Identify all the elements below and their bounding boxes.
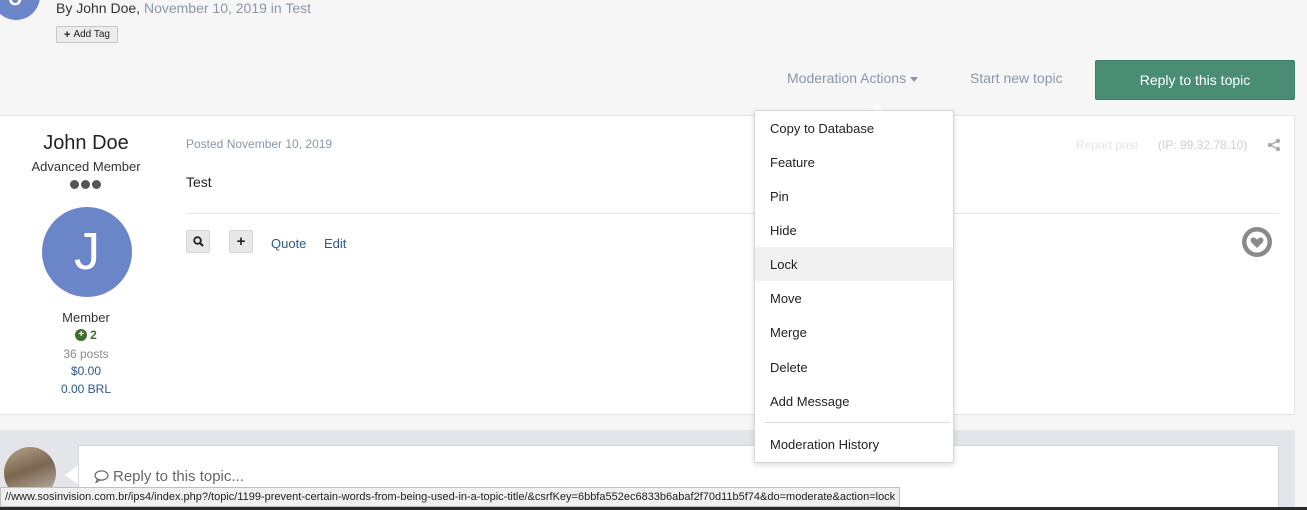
byline-date: November 10, 2019 in Test bbox=[143, 0, 312, 16]
moderation-actions-menu: Copy to Database Feature Pin Hide Lock M… bbox=[754, 110, 954, 463]
menu-item-copy-to-database[interactable]: Copy to Database bbox=[755, 111, 953, 145]
menu-item-move[interactable]: Move bbox=[755, 281, 953, 315]
balance-usd[interactable]: $0.00 bbox=[0, 364, 172, 378]
menu-item-hide[interactable]: Hide bbox=[755, 213, 953, 247]
reputation-value: 2 bbox=[90, 328, 97, 342]
topic-author-avatar[interactable]: J bbox=[0, 0, 40, 20]
add-tag-label: Add Tag bbox=[73, 29, 110, 40]
add-tag-button[interactable]: + Add Tag bbox=[56, 26, 118, 43]
balance-brl[interactable]: 0.00 BRL bbox=[0, 382, 172, 396]
comment-icon bbox=[94, 470, 109, 483]
rank-pips bbox=[70, 180, 101, 189]
post-content: Test bbox=[186, 174, 212, 190]
search-button[interactable] bbox=[186, 230, 210, 253]
heart-icon bbox=[1246, 231, 1268, 253]
reply-pointer bbox=[65, 465, 79, 485]
rank-pip bbox=[92, 180, 101, 189]
multiquote-button[interactable]: + bbox=[229, 230, 253, 253]
menu-item-lock[interactable]: Lock bbox=[755, 247, 953, 281]
menu-item-feature[interactable]: Feature bbox=[755, 145, 953, 179]
menu-separator bbox=[765, 422, 950, 423]
author-avatar[interactable]: J bbox=[42, 207, 132, 297]
byline-author[interactable]: By John Doe, bbox=[56, 0, 140, 16]
menu-item-delete[interactable]: Delete bbox=[755, 350, 953, 384]
avatar-letter: J bbox=[9, 0, 24, 13]
quote-link[interactable]: Quote bbox=[271, 236, 306, 251]
plus-icon: + bbox=[236, 233, 246, 250]
menu-item-moderation-history[interactable]: Moderation History bbox=[755, 427, 953, 461]
reply-to-topic-button[interactable]: Reply to this topic bbox=[1095, 60, 1295, 100]
avatar-letter: J bbox=[74, 223, 100, 281]
share-icon[interactable] bbox=[1267, 138, 1281, 152]
post-card: John Doe Advanced Member J Member + 2 36… bbox=[0, 115, 1295, 415]
divider bbox=[186, 213, 1279, 214]
author-name[interactable]: John Doe bbox=[0, 132, 172, 155]
moderation-actions-button[interactable]: Moderation Actions bbox=[787, 70, 919, 86]
ip-address[interactable]: (IP: 99.32.78.10) bbox=[1158, 138, 1247, 152]
moderation-actions-label: Moderation Actions bbox=[787, 70, 907, 86]
reputation-badge: + 2 bbox=[0, 328, 172, 342]
author-title: Advanced Member bbox=[31, 159, 141, 174]
author-panel: John Doe Advanced Member J Member + 2 36… bbox=[0, 116, 172, 414]
topic-byline: By John Doe, November 10, 2019 in Test bbox=[56, 0, 311, 16]
status-bar-url: //www.sosinvision.com.br/ips4/index.php?… bbox=[0, 487, 901, 507]
caret-down-icon bbox=[910, 76, 919, 82]
rank-pip bbox=[81, 180, 90, 189]
edit-link[interactable]: Edit bbox=[324, 236, 346, 251]
start-new-topic-link[interactable]: Start new topic bbox=[970, 70, 1063, 86]
menu-item-add-message[interactable]: Add Message bbox=[755, 384, 953, 418]
menu-item-pin[interactable]: Pin bbox=[755, 179, 953, 213]
plus-circle-icon: + bbox=[75, 329, 88, 341]
report-post-link[interactable]: Report post bbox=[1076, 138, 1138, 152]
plus-icon: + bbox=[64, 28, 71, 41]
rank-pip bbox=[70, 180, 79, 189]
menu-item-merge[interactable]: Merge bbox=[755, 315, 953, 349]
like-button[interactable] bbox=[1242, 227, 1272, 257]
post-count: 36 posts bbox=[63, 347, 109, 361]
author-group: Member bbox=[62, 310, 110, 325]
search-icon bbox=[192, 236, 204, 247]
posted-date[interactable]: Posted November 10, 2019 bbox=[186, 137, 332, 151]
reply-placeholder[interactable]: Reply to this topic... bbox=[94, 468, 244, 485]
reply-placeholder-text: Reply to this topic... bbox=[113, 468, 244, 485]
